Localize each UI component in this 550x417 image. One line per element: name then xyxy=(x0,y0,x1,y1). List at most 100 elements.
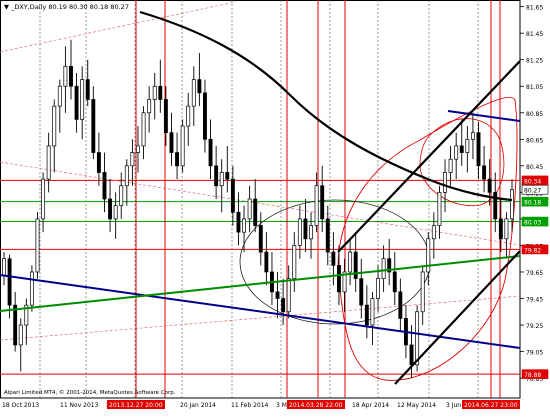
candle-body xyxy=(487,178,492,193)
y-tick-label-2: 81.25 xyxy=(526,58,543,65)
candle-body xyxy=(242,218,246,233)
candle-body xyxy=(320,185,325,220)
candle-body xyxy=(247,198,252,220)
candle-body xyxy=(35,218,40,273)
candle-body xyxy=(7,258,12,306)
candle-body xyxy=(13,304,18,346)
candle-body xyxy=(336,264,341,293)
candle-body xyxy=(46,145,51,180)
candle-body xyxy=(136,145,140,153)
candle-body xyxy=(493,192,498,220)
candle-body xyxy=(158,85,163,100)
copyright-text: Alpari Limited MT4, © 2001-2014, MetaQuo… xyxy=(4,389,176,396)
price-label-78.88: 78.88 xyxy=(524,372,541,379)
time-marker-label-2: 2014.06.27 23:00 xyxy=(464,402,518,409)
candle-body xyxy=(297,218,302,246)
candle-body xyxy=(108,198,113,220)
candle-body xyxy=(63,65,68,87)
candle-body xyxy=(381,258,386,279)
candle-body xyxy=(482,165,487,180)
candle-body xyxy=(459,145,464,153)
candle-body xyxy=(130,152,135,167)
y-tick-label-6: 80.45 xyxy=(526,164,543,171)
y-tick-label-4: 80.85 xyxy=(526,111,543,118)
candle-body xyxy=(57,85,62,107)
candle-body xyxy=(476,132,481,167)
candle-body xyxy=(253,198,258,226)
candle-body xyxy=(208,138,213,167)
candle-body xyxy=(398,291,403,319)
candle-body xyxy=(264,251,269,273)
candle-body xyxy=(348,251,353,273)
candle-6 xyxy=(35,212,40,279)
x-tick-label-9: 12 May 2014 xyxy=(397,402,436,409)
candle-body xyxy=(163,99,168,134)
y-tick-label-13: 79.05 xyxy=(526,350,543,357)
x-tick-label-4: 20 Jan 2014 xyxy=(180,402,216,409)
candle-body xyxy=(281,298,286,313)
candle-body xyxy=(292,245,297,279)
chart-background xyxy=(0,0,550,413)
y-tick-label-12: 79.25 xyxy=(526,323,543,330)
candle-body xyxy=(443,172,447,193)
candle-body xyxy=(376,278,380,299)
candle-body xyxy=(448,158,453,173)
candle-body xyxy=(214,165,219,187)
candle-body xyxy=(431,225,436,240)
candle-body xyxy=(275,291,280,299)
candle-body xyxy=(91,99,96,153)
candle-body xyxy=(18,324,23,346)
candle-body xyxy=(392,271,397,293)
candle-body xyxy=(85,79,90,100)
candle-body xyxy=(303,218,308,240)
x-tick-label-1: 11 Nov 2013 xyxy=(60,402,99,409)
candle-body xyxy=(359,278,364,306)
price-chart: 81.6581.4581.2581.0580.8580.6580.4580.25… xyxy=(0,0,550,413)
candle-body xyxy=(415,311,420,366)
candle-body xyxy=(52,105,57,147)
candle-body xyxy=(437,192,442,226)
candle-body xyxy=(219,172,224,187)
candle-body xyxy=(2,258,6,277)
candle-body xyxy=(191,79,196,107)
y-tick-label-11: 79.45 xyxy=(526,297,543,304)
candle-body xyxy=(420,271,425,313)
x-tick-label-5: 11 Feb 2014 xyxy=(231,402,269,409)
candle-body xyxy=(169,132,174,153)
candle-32 xyxy=(180,119,185,173)
candle-body xyxy=(230,178,235,213)
candle-body xyxy=(119,185,124,206)
candle-body xyxy=(470,132,475,140)
candle-body xyxy=(29,271,34,306)
candle-body xyxy=(353,251,358,279)
candle-body xyxy=(141,112,146,147)
x-tick-label-0: 18 Oct 2013 xyxy=(2,402,39,409)
candle-body xyxy=(426,238,431,273)
candle-body xyxy=(409,344,414,366)
candle-body xyxy=(96,152,101,173)
candle-body xyxy=(152,85,157,100)
price-label-80.34: 80.34 xyxy=(524,178,541,185)
candle-body xyxy=(309,225,313,240)
candle-body xyxy=(510,189,514,220)
candle-body xyxy=(197,79,202,94)
candle-body xyxy=(186,105,191,127)
candle-body xyxy=(454,145,459,160)
candle-body xyxy=(465,138,470,153)
candle-body xyxy=(203,92,207,140)
price-label-80.18: 80.18 xyxy=(524,200,541,207)
candle-body xyxy=(236,211,241,233)
candle-body xyxy=(314,185,319,226)
price-label-80.03: 80.03 xyxy=(524,220,541,227)
time-marker-label-0: 2013.12.27 20:00 xyxy=(109,402,163,409)
candle-body xyxy=(80,79,85,120)
candle-body xyxy=(102,172,107,200)
x-tick-label-8: 18 Apr 2014 xyxy=(352,402,389,409)
candle-body xyxy=(498,218,503,240)
candle-body xyxy=(225,172,230,180)
candle-body xyxy=(364,304,369,326)
candle-body xyxy=(325,218,330,253)
candle-body xyxy=(258,225,263,253)
candle-body xyxy=(124,165,129,187)
symbol-header: ▼ _DXY,Daily 80.19 80.30 80.18 80.27 xyxy=(4,3,129,11)
